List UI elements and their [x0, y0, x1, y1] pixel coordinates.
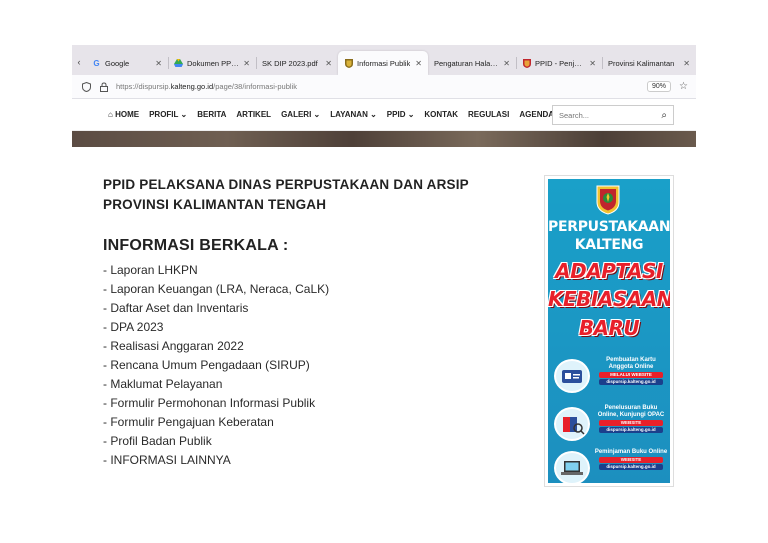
list-item[interactable]: - Laporan LHKPN [103, 261, 329, 280]
tab-ppid-penjabat[interactable]: PPID - Penjabat ✕ [516, 51, 602, 75]
list-item[interactable]: - INFORMASI LAINNYA [103, 451, 329, 470]
laptop-icon [554, 451, 590, 483]
service-pill: WEBSITE [599, 457, 663, 463]
service-pill: WEBSITE [599, 420, 663, 426]
tab-label: Google [105, 58, 130, 68]
tab-sk-dip[interactable]: SK DIP 2023.pdf ✕ [256, 51, 338, 75]
drive-icon [174, 59, 183, 68]
tab-informasi-publik[interactable]: Informasi Publik ✕ [338, 51, 428, 75]
list-item[interactable]: - Rencana Umum Pengadaan (SIRUP) [103, 356, 329, 375]
tab-scroll-left-icon[interactable]: ‹ [72, 49, 86, 75]
list-item[interactable]: - Realisasi Anggaran 2022 [103, 337, 329, 356]
membership-card-icon [554, 359, 590, 393]
banner-poster: PERPUSTAKAAN KALTENG ADAPTASI KEBIASAAN … [548, 179, 670, 483]
service-opac: Penelusuran Buku Online, Kunjungi OPAC W… [554, 403, 666, 445]
shield-icon[interactable] [80, 81, 92, 93]
search-input[interactable] [559, 110, 662, 120]
tab-label: Provinsi Kalimantan [608, 58, 675, 68]
tab-provinsi-kalimantan[interactable]: Provinsi Kalimantan ✕ [602, 51, 696, 75]
banner-slogan-3: BARU [578, 316, 640, 340]
page-title: PPID PELAKSANA DINAS PERPUSTAKAAN DAN AR… [103, 177, 469, 212]
close-icon[interactable]: ✕ [503, 59, 510, 68]
url-prefix: https://dispursip. [116, 82, 171, 91]
list-item[interactable]: - Laporan Keuangan (LRA, Neraca, CaLK) [103, 280, 329, 299]
search-icon[interactable]: ⌕ [661, 110, 667, 121]
tab-pengaturan-halaman[interactable]: Pengaturan Halaman ✕ [428, 51, 516, 75]
tab-strip: ‹ G Google ✕ Dokumen PPID 2 ✕ SK DIP 202… [72, 45, 696, 75]
tab-label: SK DIP 2023.pdf [262, 58, 318, 68]
close-icon[interactable]: ✕ [589, 59, 596, 68]
close-icon[interactable]: ✕ [243, 59, 250, 68]
browser-window: ‹ G Google ✕ Dokumen PPID 2 ✕ SK DIP 202… [72, 45, 696, 487]
banner-title-2: KALTENG [574, 237, 644, 253]
tab-label: Informasi Publik [357, 58, 411, 68]
section-heading: INFORMASI BERKALA : [103, 237, 289, 254]
close-icon[interactable]: ✕ [415, 59, 422, 68]
service-text: Peminjaman Buku Online WEBSITE dispursip… [594, 449, 668, 470]
tab-dokumen-ppid[interactable]: Dokumen PPID 2 ✕ [168, 51, 256, 75]
list-item[interactable]: - Maklumat Pelayanan [103, 375, 329, 394]
home-icon: ⌂ [108, 110, 113, 119]
nav-profil[interactable]: PROFIL ⌄ [149, 110, 187, 119]
search-box: ⌕ [552, 105, 674, 125]
site-emblem-icon [344, 58, 353, 68]
tab-label: Pengaturan Halaman [434, 58, 500, 68]
service-description: Peminjaman Buku Online [594, 449, 668, 455]
zoom-level[interactable]: 90% [647, 81, 672, 92]
header-image [72, 131, 696, 147]
nav-home-label: HOME [115, 110, 140, 119]
tab-label: PPID - Penjabat [535, 58, 586, 68]
nav-layanan[interactable]: LAYANAN ⌄ [330, 110, 377, 119]
service-description: Pembuatan Kartu Anggota Online [606, 357, 656, 370]
list-item[interactable]: - Formulir Permohonan Informasi Publik [103, 394, 329, 413]
nav-kontak[interactable]: KONTAK [424, 110, 458, 119]
google-icon: G [93, 58, 100, 68]
url-path: /page/38/informasi-publik [213, 82, 297, 91]
address-bar: https://dispursip.kalteng.go.id/page/38/… [72, 75, 696, 99]
promo-banner[interactable]: PERPUSTAKAAN KALTENG ADAPTASI KEBIASAAN … [544, 175, 674, 487]
lock-icon[interactable] [98, 81, 110, 93]
nav-artikel[interactable]: ARTIKEL [236, 110, 271, 119]
service-description: Penelusuran Buku Online, Kunjungi OPAC [597, 405, 665, 418]
tab-google[interactable]: G Google ✕ [86, 51, 168, 75]
site-emblem-icon [522, 58, 531, 68]
nav-berita[interactable]: BERITA [197, 110, 226, 119]
service-borrowing: Peminjaman Buku Online WEBSITE dispursip… [554, 447, 668, 483]
list-item[interactable]: - Daftar Aset dan Inventaris [103, 299, 329, 318]
nav-home[interactable]: ⌂ HOME [108, 110, 139, 119]
url-domain: kalteng.go.id [170, 82, 214, 91]
service-url: dispursip.kalteng.go.id [599, 464, 663, 470]
info-list: - Laporan LHKPN - Laporan Keuangan (LRA,… [103, 261, 329, 470]
page-content: PPID PELAKSANA DINAS PERPUSTAKAAN DAN AR… [72, 147, 696, 487]
banner-slogan-1: ADAPTASI [555, 259, 663, 283]
site-navigation: ⌂ HOME PROFIL ⌄ BERITA ARTIKEL GALERI ⌄ … [72, 99, 696, 131]
banner-slogan-2: KEBIASAAN [548, 287, 670, 311]
service-url: dispursip.kalteng.go.id [599, 379, 663, 385]
close-icon[interactable]: ✕ [325, 59, 332, 68]
tab-label: Dokumen PPID 2 [187, 58, 240, 68]
service-text: Penelusuran Buku Online, Kunjungi OPAC W… [594, 405, 668, 433]
province-emblem-icon [596, 185, 620, 215]
list-item[interactable]: - Formulir Pengajuan Keberatan [103, 413, 329, 432]
book-search-icon [554, 407, 590, 441]
close-icon[interactable]: ✕ [683, 59, 690, 68]
url-field[interactable]: https://dispursip.kalteng.go.id/page/38/… [116, 82, 647, 91]
service-url: dispursip.kalteng.go.id [599, 427, 663, 433]
list-item[interactable]: - DPA 2023 [103, 318, 329, 337]
close-icon[interactable]: ✕ [155, 59, 162, 68]
bookmark-star-icon[interactable]: ☆ [679, 81, 688, 92]
list-item[interactable]: - Profil Badan Publik [103, 432, 329, 451]
service-membership: Pembuatan Kartu Anggota Online MELALUI W… [554, 355, 666, 397]
nav-regulasi[interactable]: REGULASI [468, 110, 509, 119]
nav-ppid[interactable]: PPID ⌄ [387, 110, 415, 119]
banner-title-1: PERPUSTAKAAN [548, 219, 670, 235]
service-text: Pembuatan Kartu Anggota Online MELALUI W… [594, 357, 668, 385]
service-pill: MELALUI WEBSITE [599, 372, 663, 378]
nav-galeri[interactable]: GALERI ⌄ [281, 110, 320, 119]
